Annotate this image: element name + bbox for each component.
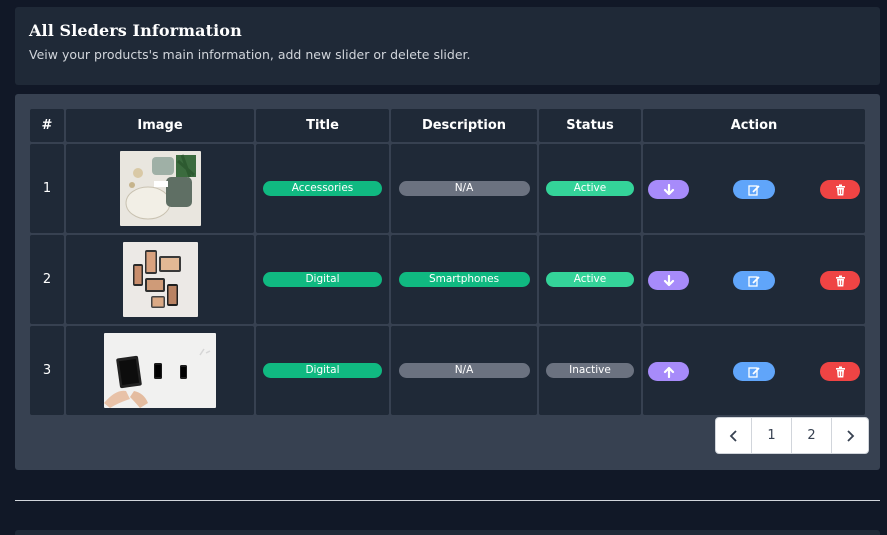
description-badge: N/A — [398, 363, 530, 378]
smartphones-photo — [122, 242, 198, 317]
chevron-right-icon — [847, 429, 855, 442]
trash-icon — [835, 275, 845, 286]
pagination-page-2[interactable]: 2 — [792, 418, 832, 453]
row-3-status-cell: Inactive — [539, 326, 641, 415]
row-1-image-cell — [66, 144, 254, 233]
move-up-button[interactable] — [648, 362, 689, 381]
col-header-action: Action — [643, 109, 865, 142]
pagination: 1 2 — [715, 417, 869, 454]
tablet-photo — [104, 333, 216, 408]
col-header-image: Image — [66, 109, 254, 142]
arrow-down-icon — [663, 274, 674, 286]
edit-button[interactable] — [733, 362, 775, 381]
pagination-next-button[interactable] — [832, 418, 868, 453]
edit-icon — [748, 366, 760, 378]
row-2-image-cell — [66, 235, 254, 324]
row-2-status-cell: Active — [539, 235, 641, 324]
row-1-status-cell: Active — [539, 144, 641, 233]
page-subtitle: Veiw your products's main information, a… — [29, 47, 471, 62]
row-2-description-cell: Smartphones — [391, 235, 537, 324]
row-2-title-cell: Digital — [256, 235, 389, 324]
pagination-page-1[interactable]: 1 — [752, 418, 792, 453]
sliders-table-card: # Image Title Description Status Action … — [15, 94, 880, 470]
row-2-action-cell — [643, 235, 865, 324]
trash-icon — [835, 184, 845, 195]
edit-button[interactable] — [733, 271, 775, 290]
edit-icon — [748, 184, 760, 196]
description-badge: Smartphones — [398, 272, 530, 287]
description-badge: N/A — [398, 181, 530, 196]
header-card: All Sleders Information Veiw your produc… — [15, 7, 880, 85]
move-down-button[interactable] — [648, 180, 689, 199]
pagination-prev-button[interactable] — [716, 418, 752, 453]
status-badge: Active — [546, 181, 634, 196]
chevron-left-icon — [729, 429, 737, 442]
arrow-down-icon — [663, 183, 674, 195]
next-section-card — [15, 530, 880, 535]
col-header-description: Description — [391, 109, 537, 142]
delete-button[interactable] — [820, 271, 860, 290]
delete-button[interactable] — [820, 180, 860, 199]
title-badge: Accessories — [263, 181, 382, 196]
row-1-action-cell — [643, 144, 865, 233]
page-title: All Sleders Information — [29, 21, 242, 40]
title-badge: Digital — [263, 272, 382, 287]
col-header-status: Status — [539, 109, 641, 142]
accessories-photo — [119, 151, 201, 226]
arrow-up-icon — [663, 366, 674, 378]
col-header-number: # — [30, 109, 64, 142]
status-badge: Inactive — [546, 363, 634, 378]
trash-icon — [835, 366, 845, 377]
title-badge: Digital — [263, 363, 382, 378]
col-header-title: Title — [256, 109, 389, 142]
row-3-number: 3 — [30, 326, 64, 415]
row-3-action-cell — [643, 326, 865, 415]
delete-button[interactable] — [820, 362, 860, 381]
row-1-number: 1 — [30, 144, 64, 233]
edit-button[interactable] — [733, 180, 775, 199]
row-3-image-cell — [66, 326, 254, 415]
row-3-description-cell: N/A — [391, 326, 537, 415]
row-1-description-cell: N/A — [391, 144, 537, 233]
move-down-button[interactable] — [648, 271, 689, 290]
status-badge: Active — [546, 272, 634, 287]
row-1-title-cell: Accessories — [256, 144, 389, 233]
row-2-number: 2 — [30, 235, 64, 324]
section-divider — [15, 500, 880, 501]
edit-icon — [748, 275, 760, 287]
row-3-title-cell: Digital — [256, 326, 389, 415]
